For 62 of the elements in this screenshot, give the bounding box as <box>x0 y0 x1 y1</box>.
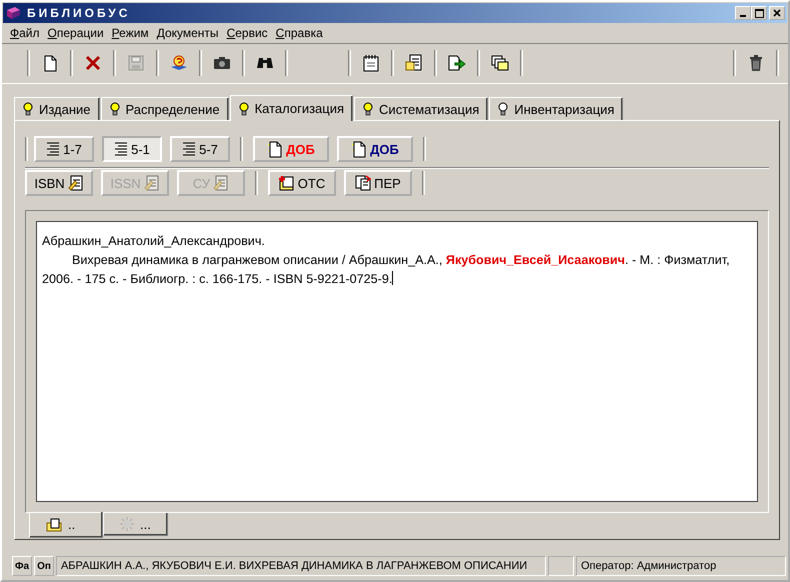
add-button[interactable]: ДОБ <box>337 136 413 162</box>
text-lines-icon <box>182 141 196 157</box>
status-button[interactable]: Оп <box>34 556 54 576</box>
export-arrow-icon <box>448 55 466 71</box>
record-heading: Абрашкин_Анатолий_Александрович. <box>42 233 266 250</box>
format-button[interactable]: 5-7 <box>170 136 230 162</box>
tab[interactable]: Инвентаризация <box>489 97 624 120</box>
operator-status: Оператор: Администратор <box>576 556 786 576</box>
light-bulb-icon <box>498 102 508 116</box>
bottom-tab[interactable]: ... <box>103 513 168 536</box>
menu-item[interactable]: Файл <box>6 26 44 40</box>
document-icon <box>42 54 58 72</box>
text-lines-icon <box>46 141 60 157</box>
tab[interactable]: Каталогизация <box>230 95 354 121</box>
bottom-tab[interactable]: .. <box>29 512 103 538</box>
light-bulb-icon <box>110 102 120 116</box>
format-button[interactable]: 5-1 <box>102 136 162 162</box>
sun-icon <box>120 517 134 531</box>
document-edit-icon <box>144 175 160 191</box>
code-button[interactable]: ISBN <box>25 170 93 196</box>
record-text-area[interactable]: Абрашкин_Анатолий_Александрович. Вихревая динамика в лагранжевом описании / Абрашкин_А.А., Якубович_Евсей_Исаакович. - М. : Физматлит, 2006. - 175 с. - Библиогр. : с. 166-175. - ISBN 5-9221-0725-9. <box>36 221 758 502</box>
window-title: БИБЛИОБУС <box>27 6 132 20</box>
tab[interactable]: Распределение <box>100 97 229 120</box>
menu-item[interactable]: Операции <box>44 26 108 40</box>
document-edit-icon <box>68 175 84 191</box>
minimize-button[interactable] <box>735 6 751 20</box>
status-text: АБРАШКИН А.А., ЯКУБОВИЧ Е.И. ВИХРЕВАЯ ДИНАМИКА В ЛАГРАНЖЕВОМ ОПИСАНИИ <box>56 556 546 576</box>
status-button[interactable]: Фа <box>12 556 32 576</box>
tab[interactable]: Систематизация <box>354 97 488 120</box>
maximize-icon <box>754 8 764 18</box>
light-bulb-icon <box>238 102 249 116</box>
close-icon <box>773 9 781 17</box>
delete-icon <box>85 55 101 71</box>
menu-item[interactable]: Режим <box>108 26 153 40</box>
save-icon <box>128 55 144 71</box>
document-icon <box>351 140 368 158</box>
status-panel <box>548 556 574 576</box>
light-bulb-icon <box>23 102 33 116</box>
binoculars-icon <box>256 56 274 70</box>
format-button[interactable]: 1-7 <box>34 136 94 162</box>
maximize-button[interactable] <box>751 6 767 20</box>
tab[interactable]: Издание <box>14 97 100 120</box>
menu-item[interactable]: Сервис <box>222 26 272 40</box>
link-button[interactable]: ПЕР <box>344 170 412 196</box>
documents-transfer-icon <box>355 175 372 191</box>
books-icon <box>5 5 21 21</box>
document-edit-icon <box>405 54 423 72</box>
light-bulb-icon <box>363 102 374 116</box>
document-icon <box>267 140 284 158</box>
close-button[interactable] <box>769 6 785 20</box>
camera-icon <box>213 56 231 70</box>
folder-document-icon <box>46 518 62 532</box>
link-button[interactable]: ОТС <box>268 170 336 196</box>
record-description: Вихревая динамика в лагранжевом описании / Абрашкин_А.А., Якубович_Евсей_Исаакович. - М. : Физматлит, 2006. - 175 с. - Библиогр. : с. 166-175. - ISBN 5-9221-0725-9. <box>42 252 731 288</box>
menu-item[interactable]: Справка <box>272 26 327 40</box>
trash-icon <box>749 55 763 71</box>
menu-item[interactable]: Документы <box>152 26 223 40</box>
text-lines-icon <box>114 141 128 157</box>
folder-add-icon <box>278 175 295 191</box>
notepad-icon <box>362 54 380 72</box>
document-edit-icon <box>213 175 230 191</box>
copy-stack-icon <box>491 55 509 71</box>
